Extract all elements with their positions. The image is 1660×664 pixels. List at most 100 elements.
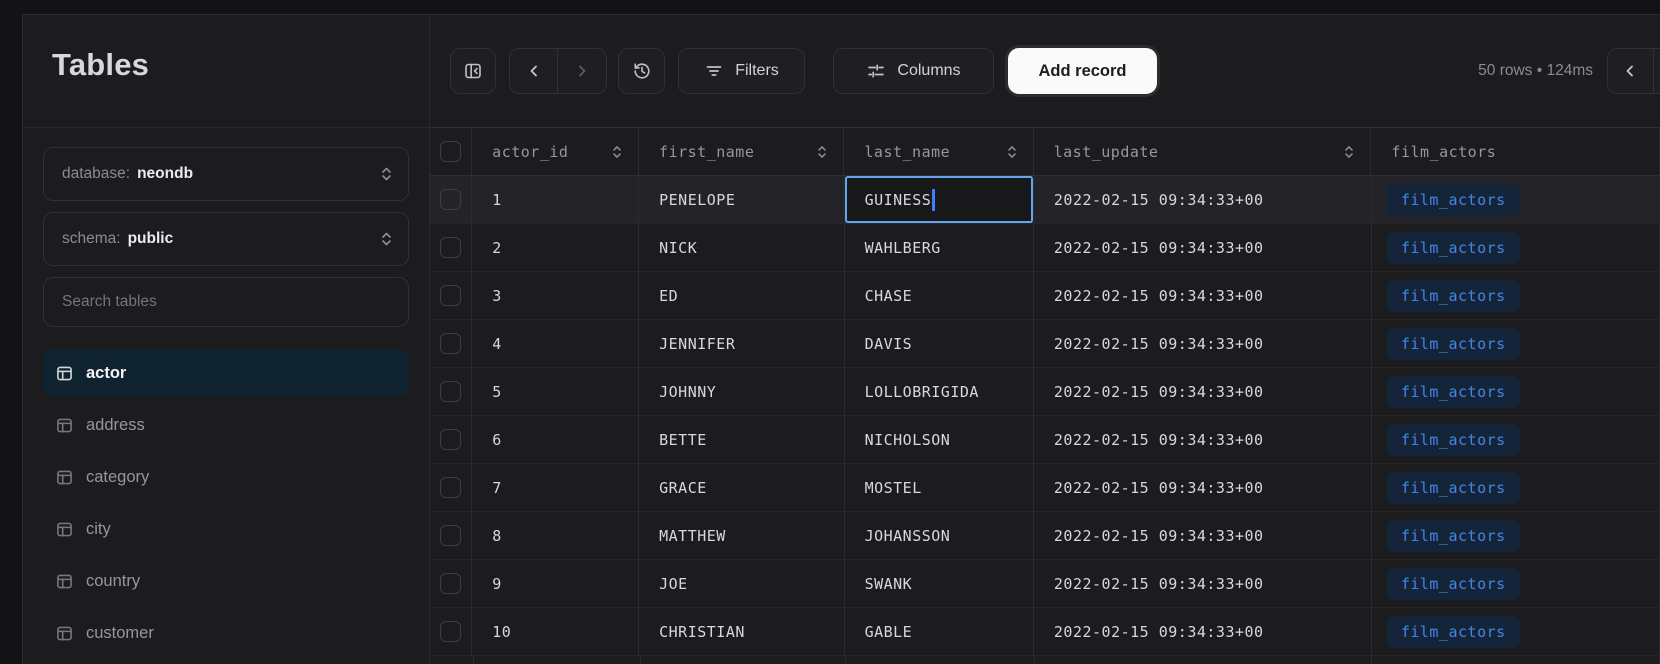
- cell-last_update[interactable]: 2022-02-15 09:34:33+00: [1034, 224, 1372, 271]
- sidebar-item-actor[interactable]: actor: [43, 349, 409, 397]
- film-actors-badge[interactable]: film_actors: [1387, 616, 1520, 648]
- cell-value: JOHANSSON: [865, 527, 951, 545]
- query-history-button[interactable]: [618, 48, 665, 94]
- sidebar-item-address[interactable]: address: [43, 401, 409, 449]
- editing-cell-last_name[interactable]: GUINESS: [845, 176, 1034, 223]
- row-checkbox[interactable]: [440, 381, 461, 402]
- cell-actor_id[interactable]: 6: [472, 416, 639, 463]
- cell-last_update[interactable]: 2022-02-15 09:34:33+00: [1034, 512, 1372, 559]
- film-actors-badge[interactable]: film_actors: [1387, 328, 1520, 360]
- cell-first_name[interactable]: JOE: [639, 560, 844, 607]
- prev-page-button[interactable]: [510, 49, 558, 93]
- row-checkbox[interactable]: [440, 621, 461, 642]
- sidebar-item-customer[interactable]: customer: [43, 609, 409, 657]
- cell-last_update[interactable]: 2022-02-15 09:34:33+00: [1034, 416, 1372, 463]
- cell-last_name[interactable]: LOLLOBRIGIDA: [845, 368, 1034, 415]
- film-actors-badge[interactable]: film_actors: [1387, 424, 1520, 456]
- cell-value: 2022-02-15 09:34:33+00: [1054, 191, 1264, 209]
- table-icon: [56, 365, 73, 382]
- row-checkbox[interactable]: [440, 237, 461, 258]
- column-pager-group: [1607, 48, 1660, 94]
- film-actors-badge[interactable]: film_actors: [1387, 568, 1520, 600]
- cell-last_name[interactable]: CHASE: [845, 272, 1034, 319]
- collapse-sidebar-button[interactable]: [450, 48, 496, 94]
- sort-icon[interactable]: [611, 144, 623, 159]
- sidebar-item-city[interactable]: city: [43, 505, 409, 553]
- cell-last_name[interactable]: DAVIS: [845, 320, 1034, 367]
- cell-value: GUINESS: [865, 191, 932, 209]
- film-actors-badge[interactable]: film_actors: [1387, 184, 1520, 216]
- film-actors-badge[interactable]: film_actors: [1387, 232, 1520, 264]
- sidebar-item-country[interactable]: country: [43, 557, 409, 605]
- grid-header-row: actor_idfirst_namelast_namelast_updatefi…: [430, 128, 1660, 176]
- cell-first_name[interactable]: JENNIFER: [639, 320, 844, 367]
- film-actors-badge[interactable]: film_actors: [1387, 520, 1520, 552]
- table-row: 1PENELOPE GUINESS 2022-02-15 09:34:33+00 fi…: [430, 176, 1660, 224]
- cell-first_name[interactable]: BETTE: [639, 416, 844, 463]
- row-checkbox[interactable]: [440, 285, 461, 306]
- cell-first_name[interactable]: MATTHEW: [639, 512, 844, 559]
- cell-first_name[interactable]: JOHNNY: [639, 368, 844, 415]
- cell-actor_id[interactable]: 4: [472, 320, 639, 367]
- column-header-last_update[interactable]: last_update: [1034, 128, 1372, 175]
- row-checkbox[interactable]: [440, 429, 461, 450]
- cell-last_update[interactable]: 2022-02-15 09:34:33+00: [1034, 560, 1372, 607]
- cell-last_name[interactable]: SWANK: [845, 560, 1034, 607]
- cell-actor_id[interactable]: 1: [472, 176, 639, 223]
- schema-select[interactable]: schema: public: [43, 212, 409, 266]
- cell-value: LOLLOBRIGIDA: [865, 383, 979, 401]
- column-header-first_name[interactable]: first_name: [639, 128, 844, 175]
- film-actors-badge[interactable]: film_actors: [1387, 280, 1520, 312]
- filters-button[interactable]: Filters: [678, 48, 805, 94]
- cell-actor_id[interactable]: 8: [472, 512, 639, 559]
- row-checkbox[interactable]: [440, 525, 461, 546]
- cell-first_name[interactable]: CHRISTIAN: [639, 608, 844, 655]
- columns-button[interactable]: Columns: [833, 48, 994, 94]
- row-checkbox[interactable]: [440, 573, 461, 594]
- cell-last_name[interactable]: JOHANSSON: [845, 512, 1034, 559]
- select-all-checkbox[interactable]: [440, 141, 461, 162]
- cell-actor_id[interactable]: 2: [472, 224, 639, 271]
- cell-first_name[interactable]: ED: [639, 272, 844, 319]
- cell-actor_id[interactable]: 10: [472, 608, 639, 655]
- cell-actor_id[interactable]: 5: [472, 368, 639, 415]
- cell-actor_id[interactable]: 7: [472, 464, 639, 511]
- cell-value: CHASE: [865, 287, 913, 305]
- row-checkbox[interactable]: [440, 189, 461, 210]
- film-actors-badge[interactable]: film_actors: [1387, 472, 1520, 504]
- cell-actor_id[interactable]: 3: [472, 272, 639, 319]
- next-page-button[interactable]: [558, 49, 606, 93]
- column-header-actor_id[interactable]: actor_id: [472, 128, 639, 175]
- cell-first_name[interactable]: PENELOPE: [639, 176, 844, 223]
- cell-last_name[interactable]: NICHOLSON: [845, 416, 1034, 463]
- sort-icon[interactable]: [1343, 144, 1355, 159]
- cell-actor_id[interactable]: 9: [472, 560, 639, 607]
- row-select-cell: [430, 272, 472, 319]
- cell-first_name[interactable]: GRACE: [639, 464, 844, 511]
- cell-last_name[interactable]: WAHLBERG: [845, 224, 1034, 271]
- cell-last_update[interactable]: 2022-02-15 09:34:33+00: [1034, 320, 1372, 367]
- add-record-button[interactable]: Add record: [1008, 48, 1157, 94]
- sidebar-item-category[interactable]: category: [43, 453, 409, 501]
- cell-last_update[interactable]: 2022-02-15 09:34:33+00: [1034, 368, 1372, 415]
- cell-last_update[interactable]: 2022-02-15 09:34:33+00: [1034, 608, 1372, 655]
- scroll-columns-left-button[interactable]: [1608, 49, 1654, 93]
- cell-first_name[interactable]: NICK: [639, 224, 844, 271]
- cell-last_update[interactable]: 2022-02-15 09:34:33+00: [1034, 272, 1372, 319]
- row-checkbox[interactable]: [440, 333, 461, 354]
- column-header-last_name[interactable]: last_name: [844, 128, 1033, 175]
- sort-icon[interactable]: [816, 144, 828, 159]
- film-actors-badge[interactable]: film_actors: [1387, 376, 1520, 408]
- row-checkbox[interactable]: [440, 477, 461, 498]
- cell-last_update[interactable]: 2022-02-15 09:34:33+00: [1034, 464, 1372, 511]
- cell-last_update[interactable]: 2022-02-15 09:34:33+00: [1034, 176, 1372, 223]
- table-icon: [56, 521, 73, 538]
- search-tables-input[interactable]: [43, 277, 409, 327]
- cell-last_name[interactable]: GABLE: [845, 608, 1034, 655]
- column-header-film_actors[interactable]: film_actors: [1371, 128, 1660, 175]
- sort-icon[interactable]: [1006, 144, 1018, 159]
- cell-last_name[interactable]: MOSTEL: [845, 464, 1034, 511]
- scroll-columns-right-button[interactable]: [1654, 49, 1660, 93]
- database-select[interactable]: database: neondb: [43, 147, 409, 201]
- cell-value: 2022-02-15 09:34:33+00: [1054, 383, 1264, 401]
